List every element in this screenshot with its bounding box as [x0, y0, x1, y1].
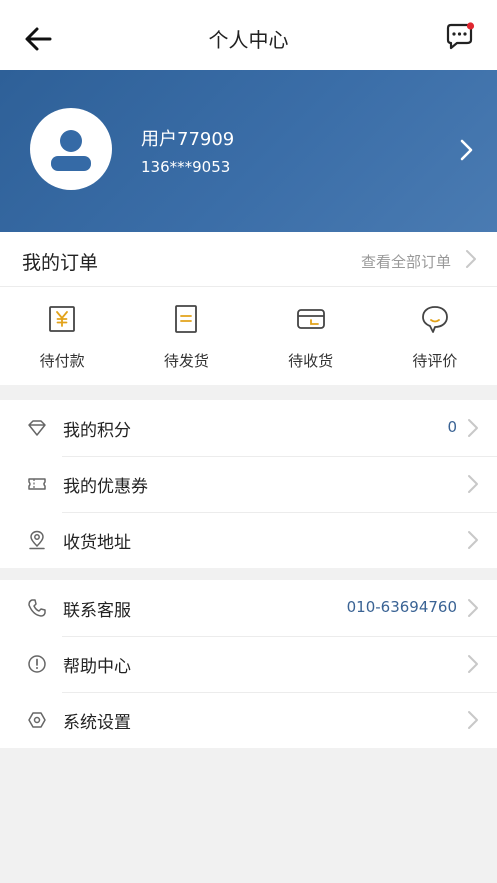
- profile-card[interactable]: 用户77909 136***9053: [0, 70, 497, 232]
- orders-header[interactable]: 我的订单 查看全部订单: [0, 232, 497, 287]
- menu-label: 联系客服: [63, 601, 131, 621]
- menu-label: 帮助中心: [63, 657, 131, 677]
- chevron-right-icon: [468, 531, 478, 549]
- orders-title: 我的订单: [22, 252, 99, 274]
- menu-item-address[interactable]: 收货地址: [0, 512, 497, 568]
- order-tab-pending-shipment[interactable]: 待发货: [124, 288, 248, 385]
- order-status-tabs: 待付款 待发货 待收货 待评价: [0, 288, 497, 385]
- user-icon: [51, 130, 91, 171]
- order-tab-label: 待收货: [288, 352, 334, 370]
- order-tab-pending-review[interactable]: 待评价: [373, 288, 497, 385]
- orders-section: 我的订单 查看全部订单 待付款 待发货 待收货 待评价: [0, 232, 497, 385]
- package-icon: [296, 309, 325, 329]
- avatar[interactable]: [30, 108, 112, 190]
- order-tab-label: 待付款: [39, 352, 85, 370]
- chevron-right-icon: [466, 250, 476, 268]
- phone-icon: [28, 599, 46, 617]
- top-bar: 个人中心: [0, 0, 497, 70]
- username: 用户77909: [141, 129, 235, 150]
- document-icon: [175, 305, 198, 333]
- menu-item-customer-service[interactable]: 联系客服 010-63694760: [0, 580, 497, 636]
- menu-label: 系统设置: [63, 713, 131, 733]
- order-tab-pending-payment[interactable]: 待付款: [0, 288, 124, 385]
- order-tab-label: 待发货: [163, 352, 209, 370]
- menu-group-support: 联系客服 010-63694760 帮助中心 系统设置: [0, 580, 497, 748]
- menu-label: 收货地址: [63, 533, 131, 553]
- location-icon: [29, 530, 45, 550]
- menu-item-coupons[interactable]: 我的优惠券: [0, 456, 497, 512]
- menu-label: 我的积分: [63, 421, 131, 441]
- points-value: 0: [447, 418, 457, 436]
- menu-item-points[interactable]: 我的积分 0: [0, 400, 497, 456]
- comment-icon: [421, 306, 448, 333]
- menu-item-help-center[interactable]: 帮助中心: [0, 636, 497, 692]
- chevron-right-icon[interactable]: [457, 138, 475, 162]
- phone-number: 136***9053: [141, 158, 231, 176]
- chevron-right-icon: [468, 475, 478, 493]
- page-title: 个人中心: [208, 28, 289, 52]
- message-icon[interactable]: [445, 22, 475, 52]
- menu-item-settings[interactable]: 系统设置: [0, 692, 497, 748]
- menu-label: 我的优惠券: [63, 477, 148, 497]
- chevron-right-icon: [468, 419, 478, 437]
- chevron-right-icon: [468, 711, 478, 729]
- menu-group-account: 我的积分 0 我的优惠券 收货地址: [0, 400, 497, 568]
- help-icon: [28, 655, 46, 673]
- chevron-right-icon: [468, 599, 478, 617]
- coupon-icon: [28, 478, 46, 490]
- notification-badge: [466, 22, 475, 30]
- order-tab-label: 待评价: [412, 352, 458, 370]
- yen-icon: [49, 306, 76, 332]
- order-tab-pending-receipt[interactable]: 待收货: [249, 288, 373, 385]
- settings-icon: [28, 712, 46, 728]
- service-phone-number[interactable]: 010-63694760: [347, 598, 457, 616]
- chevron-right-icon: [468, 655, 478, 673]
- view-all-orders-link[interactable]: 查看全部订单: [361, 251, 451, 272]
- diamond-icon: [28, 420, 46, 436]
